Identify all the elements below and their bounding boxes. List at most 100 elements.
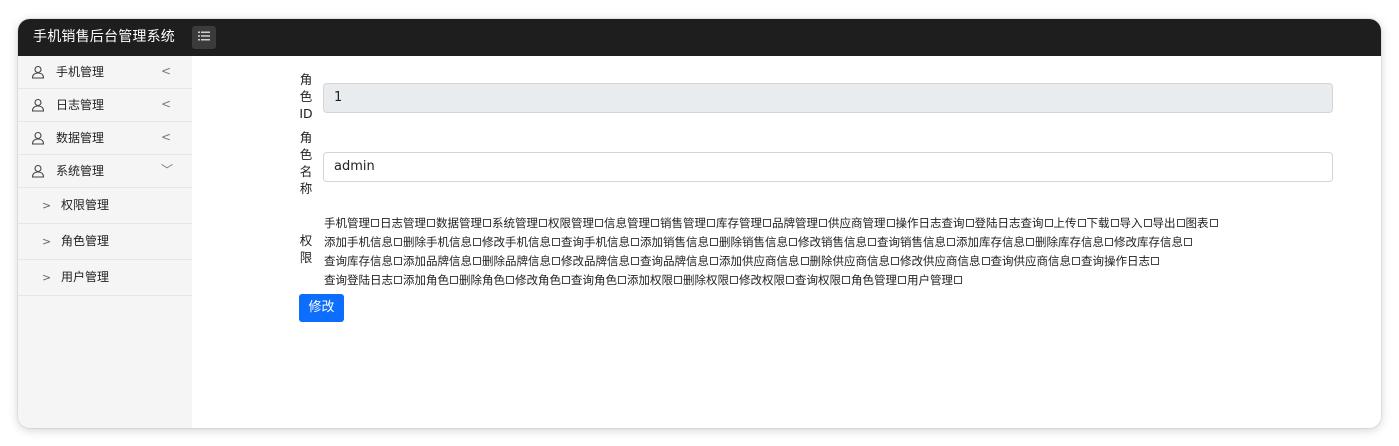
sidebar-item-phone-management[interactable]: 手机管理 <: [18, 56, 192, 89]
permission-checkbox[interactable]: [651, 219, 659, 227]
permission-label: 删除供应商信息: [809, 254, 891, 268]
permission-label: 图表: [1185, 216, 1209, 230]
permission-row: 手机管理 日志管理 数据管理 系统管理 权限管理 信息管理 销售管理 库存管理 品牌管理 供应商管…: [324, 214, 1324, 233]
permission-checkbox[interactable]: [954, 276, 962, 284]
permission-label: 查询品牌信息: [640, 254, 709, 268]
permission-checkbox[interactable]: [371, 219, 379, 227]
permission-checkbox[interactable]: [947, 238, 955, 246]
permission-checkbox[interactable]: [506, 276, 514, 284]
permission-label: 查询库存信息: [324, 254, 393, 268]
permission-checkbox[interactable]: [394, 238, 402, 246]
permission-checkbox[interactable]: [965, 219, 974, 227]
permission-checkbox[interactable]: [1105, 238, 1113, 246]
permission-checkbox[interactable]: [450, 276, 458, 284]
permission-checkbox[interactable]: [763, 219, 771, 227]
permission-label: 查询角色: [571, 273, 617, 287]
permission-label: 权限: [299, 233, 313, 265]
permission-checkbox[interactable]: [1176, 219, 1185, 227]
permission-label: 查询权限: [795, 273, 841, 287]
permission-label: 删除权限: [683, 273, 729, 287]
permission-checkbox[interactable]: [483, 219, 491, 227]
permission-label: 登陆日志查询: [974, 216, 1044, 230]
sidebar-subitem-permission-management[interactable]: > 权限管理: [18, 188, 192, 224]
sidebar-subitem-label: 用户管理: [61, 270, 110, 284]
permission-label: 供应商管理: [828, 216, 886, 230]
permission-checkbox[interactable]: [1072, 257, 1080, 265]
chevron-down-icon: ﹀: [161, 163, 174, 177]
sidebar-item-log-management[interactable]: 日志管理 <: [18, 89, 192, 122]
sidebar-subitem-label: 权限管理: [61, 198, 110, 212]
permission-checkbox[interactable]: [427, 219, 435, 227]
modify-button[interactable]: 修改: [299, 294, 344, 322]
sidebar-subitem-user-management[interactable]: > 用户管理: [18, 260, 192, 296]
permission-checkbox[interactable]: [819, 219, 827, 227]
permission-checkbox[interactable]: [710, 238, 718, 246]
permission-checkbox[interactable]: [891, 257, 899, 265]
permission-checkbox[interactable]: [1077, 219, 1086, 227]
permission-checkbox[interactable]: [631, 238, 639, 246]
sidebar-item-label: 日志管理: [56, 98, 105, 112]
permission-checkbox[interactable]: [842, 276, 850, 284]
permission-label: 修改销售信息: [798, 235, 867, 249]
chevron-right-icon: >: [42, 199, 52, 212]
top-bar: 手机销售后台管理系统: [18, 19, 1381, 56]
permission-label: 删除角色: [459, 273, 505, 287]
app-window: 手机销售后台管理系统 手机管理 < 日志管理 < 数据管理 < 系统管理 ﹀ >…: [18, 19, 1381, 428]
permission-label: 添加品牌信息: [403, 254, 472, 268]
permission-checkbox[interactable]: [789, 238, 797, 246]
permission-checkbox[interactable]: [1110, 219, 1119, 227]
permission-checkbox[interactable]: [1151, 257, 1159, 265]
chevron-right-icon: >: [42, 235, 52, 248]
permission-label: 系统管理: [492, 216, 538, 230]
permission-checkbox[interactable]: [595, 219, 603, 227]
permission-checkbox[interactable]: [473, 257, 481, 265]
permission-label: 下载: [1086, 216, 1110, 230]
sidebar-subitem-label: 角色管理: [61, 234, 110, 248]
permission-list: 手机管理 日志管理 数据管理 系统管理 权限管理 信息管理 销售管理 库存管理 品牌管理 供应商管…: [324, 214, 1324, 290]
permission-label: 添加销售信息: [640, 235, 709, 249]
permission-checkbox[interactable]: [1044, 219, 1053, 227]
permission-label: 删除销售信息: [719, 235, 788, 249]
chevron-left-icon: <: [161, 97, 172, 111]
sidebar-item-data-management[interactable]: 数据管理 <: [18, 122, 192, 155]
permission-checkbox[interactable]: [552, 257, 560, 265]
permission-label: 查询操作日志: [1081, 254, 1150, 268]
permission-label: 添加角色: [403, 273, 449, 287]
permission-checkbox[interactable]: [981, 257, 990, 265]
permission-checkbox[interactable]: [552, 238, 560, 246]
chevron-right-icon: >: [42, 271, 52, 284]
permission-label: 销售管理: [660, 216, 706, 230]
user-icon: [31, 131, 45, 145]
sidebar-item-system-management[interactable]: 系统管理 ﹀: [18, 155, 192, 188]
permission-checkbox[interactable]: [1026, 238, 1034, 246]
permission-checkbox[interactable]: [707, 219, 715, 227]
permission-label: 删除库存信息: [1035, 235, 1104, 249]
permission-label: 操作日志查询: [895, 216, 965, 230]
permission-checkbox[interactable]: [898, 276, 906, 284]
permission-checkbox[interactable]: [730, 276, 738, 284]
permission-checkbox[interactable]: [631, 257, 639, 265]
permission-label: 角色管理: [851, 273, 897, 287]
permission-checkbox[interactable]: [674, 276, 682, 284]
sidebar-subitem-role-management[interactable]: > 角色管理: [18, 224, 192, 260]
permission-checkbox[interactable]: [868, 238, 876, 246]
permission-checkbox[interactable]: [1184, 238, 1192, 246]
permission-checkbox[interactable]: [618, 276, 626, 284]
sidebar-item-label: 数据管理: [56, 131, 105, 145]
permission-label: 手机管理: [324, 216, 370, 230]
permission-checkbox[interactable]: [886, 219, 895, 227]
permission-label: 修改手机信息: [482, 235, 551, 249]
permission-checkbox[interactable]: [562, 276, 570, 284]
permission-checkbox[interactable]: [1209, 219, 1218, 227]
role-name-field[interactable]: admin: [323, 152, 1333, 182]
menu-toggle-button[interactable]: [192, 26, 216, 49]
permission-checkbox[interactable]: [1143, 219, 1152, 227]
permission-checkbox[interactable]: [473, 238, 481, 246]
permission-checkbox[interactable]: [394, 257, 402, 265]
permission-checkbox[interactable]: [710, 257, 718, 265]
permission-checkbox[interactable]: [800, 257, 809, 265]
permission-checkbox[interactable]: [539, 219, 547, 227]
permission-checkbox[interactable]: [786, 276, 794, 284]
permission-checkbox[interactable]: [394, 276, 402, 284]
permission-label: 添加库存信息: [956, 235, 1025, 249]
